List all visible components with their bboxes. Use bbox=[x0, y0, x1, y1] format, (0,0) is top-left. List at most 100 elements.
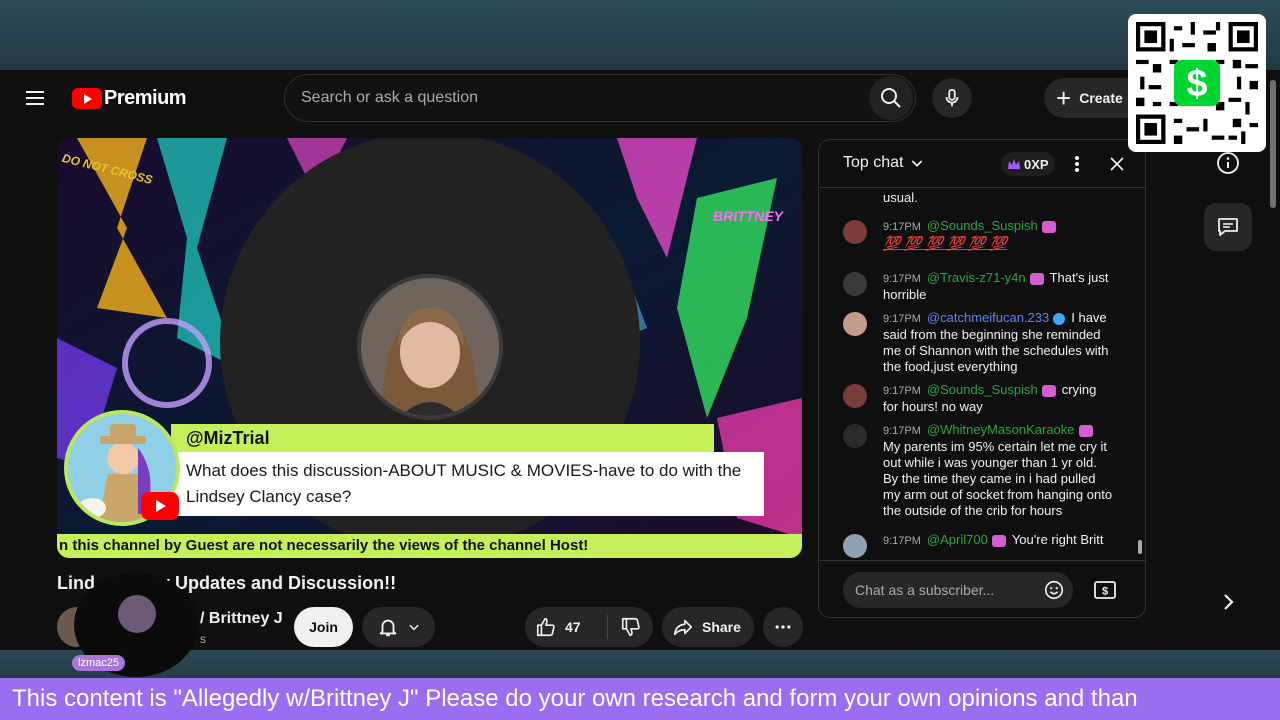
question-text: What does this discussion-ABOUT MUSIC & … bbox=[171, 452, 764, 516]
emoji-icon bbox=[1044, 580, 1064, 600]
youtube-badge-icon bbox=[141, 492, 179, 520]
close-chat-button[interactable] bbox=[1105, 152, 1129, 176]
super-chat-icon: $ bbox=[1094, 581, 1116, 599]
chat-avatar[interactable] bbox=[843, 384, 867, 408]
viewer-avatar bbox=[118, 595, 156, 633]
mic-icon bbox=[945, 88, 959, 107]
member-badge-icon bbox=[1041, 220, 1056, 233]
chat-author[interactable]: @catchmeifucan.233 bbox=[927, 310, 1049, 325]
share-button[interactable]: Share bbox=[662, 607, 754, 647]
chat-author[interactable]: @Sounds_Suspish bbox=[927, 218, 1038, 233]
like-dislike-group: 47 bbox=[525, 607, 653, 647]
chat-time: 9:17PM bbox=[883, 385, 921, 397]
chevron-right-icon bbox=[1224, 594, 1234, 610]
chat-avatar[interactable] bbox=[843, 220, 867, 244]
close-icon bbox=[1110, 157, 1124, 171]
svg-text:$: $ bbox=[1102, 586, 1108, 598]
info-button[interactable] bbox=[1216, 151, 1240, 175]
emoji-button[interactable] bbox=[1043, 579, 1065, 601]
chat-options-button[interactable] bbox=[1067, 152, 1087, 176]
chat-message: 9:17PM @catchmeifucan.233 I have said from… bbox=[843, 310, 1113, 375]
live-chat-panel: Top chat 0XP usual. 9:17PM@Sounds_Suspi bbox=[818, 139, 1146, 618]
masthead: Premium + Create bbox=[0, 70, 1280, 126]
super-chat-button[interactable]: $ bbox=[1091, 576, 1119, 604]
chat-message: 9:17PM @WhitneyMasonKaraoke My parents im … bbox=[843, 422, 1113, 519]
viewer-name: lzmac25 bbox=[72, 655, 125, 671]
chat-scrollbar-thumb[interactable] bbox=[1138, 540, 1142, 554]
chat-message: 9:17PM @Sounds_Suspish 💯 💯 💯 💯 💯 💯 bbox=[843, 218, 1113, 252]
comments-button[interactable] bbox=[1204, 203, 1252, 251]
chat-message-text: usual. bbox=[883, 190, 918, 205]
chat-author[interactable]: @Travis-z71-y4n bbox=[927, 270, 1026, 285]
chat-author[interactable]: @WhitneyMasonKaraoke bbox=[927, 422, 1075, 437]
chat-time: 9:17PM bbox=[883, 221, 921, 233]
like-button[interactable]: 47 bbox=[525, 607, 607, 647]
info-icon bbox=[1217, 152, 1239, 174]
plus-icon: + bbox=[1056, 83, 1072, 113]
chat-input-area: $ bbox=[819, 560, 1145, 617]
chat-avatar[interactable] bbox=[843, 424, 867, 448]
subscriber-count: s bbox=[200, 632, 206, 646]
like-icon bbox=[536, 617, 555, 637]
crown-icon bbox=[1008, 159, 1020, 169]
chevron-down-icon bbox=[408, 624, 419, 631]
chat-scrollbar[interactable] bbox=[1137, 194, 1143, 556]
xp-label: 0XP bbox=[1024, 156, 1049, 172]
chat-message-text: You're right Britt bbox=[1011, 532, 1104, 547]
video-ticker: n this channel by Guest are not necessar… bbox=[57, 534, 802, 558]
logo-text: Premium bbox=[104, 86, 187, 109]
chat-message: 9:17PM @Travis-z71-y4n That's just horribl… bbox=[843, 270, 1113, 303]
youtube-play-icon bbox=[72, 87, 102, 109]
chat-avatar[interactable] bbox=[843, 312, 867, 336]
chat-time: 9:17PM bbox=[883, 273, 921, 285]
more-icon bbox=[775, 625, 791, 629]
page-scrollbar-thumb[interactable] bbox=[1270, 80, 1276, 208]
search-input[interactable] bbox=[285, 75, 869, 121]
youtube-watch-page: Premium + Create bbox=[0, 70, 1280, 650]
notification-bell-button[interactable] bbox=[362, 607, 435, 647]
xp-badge[interactable]: 0XP bbox=[1001, 152, 1055, 176]
comments-icon bbox=[1218, 218, 1238, 236]
video-title-end: cy Updates and Discussion!! bbox=[150, 573, 397, 593]
viewer-badge: lzmac25 bbox=[72, 573, 198, 677]
question-author: @MizTrial bbox=[171, 424, 714, 452]
top-chat-label: Top chat bbox=[843, 154, 904, 171]
share-label: Share bbox=[702, 619, 741, 635]
more-actions-button[interactable] bbox=[763, 607, 803, 647]
scrolling-disclaimer: This content is "Allegedly w/Brittney J"… bbox=[0, 678, 1280, 720]
overlay-brand-text: BRITTNEY bbox=[713, 208, 783, 224]
next-button[interactable] bbox=[1216, 590, 1240, 614]
like-count: 47 bbox=[565, 619, 581, 635]
youtube-logo[interactable]: Premium bbox=[72, 86, 187, 110]
bottom-background-band bbox=[0, 650, 1280, 678]
voice-search-button[interactable] bbox=[932, 78, 972, 118]
share-icon bbox=[673, 619, 693, 636]
chat-time: 9:17PM bbox=[883, 313, 921, 325]
search-bar bbox=[284, 74, 916, 122]
chat-author[interactable]: @Sounds_Suspish bbox=[927, 382, 1038, 397]
video-player[interactable]: DO NOT CROSS BRITTNEY @MizTrial What doe… bbox=[57, 138, 802, 558]
member-badge-icon bbox=[1041, 384, 1056, 397]
chat-avatar[interactable] bbox=[843, 534, 867, 558]
qr-code-overlay: $ bbox=[1128, 14, 1266, 152]
qr-code-icon: $ bbox=[1136, 22, 1258, 144]
dislike-button[interactable] bbox=[608, 607, 653, 647]
chat-avatar[interactable] bbox=[843, 272, 867, 296]
page-scrollbar[interactable] bbox=[1268, 70, 1280, 650]
top-background-band bbox=[0, 0, 1280, 70]
chat-message: 9:17PM @April700 You're right Britt bbox=[843, 532, 1113, 558]
chat-input[interactable] bbox=[843, 572, 1073, 608]
menu-icon[interactable] bbox=[18, 84, 54, 112]
search-button[interactable] bbox=[869, 76, 913, 120]
channel-name[interactable]: / Brittney J bbox=[200, 610, 283, 628]
chat-author[interactable]: @April700 bbox=[927, 532, 988, 547]
verified-badge-icon bbox=[1053, 312, 1066, 325]
hundred-emoji-icon: 💯 💯 💯 💯 💯 💯 bbox=[883, 235, 1008, 251]
top-chat-dropdown[interactable]: Top chat bbox=[843, 154, 925, 172]
chevron-down-icon bbox=[912, 160, 923, 167]
chat-time: 9:17PM bbox=[883, 535, 921, 547]
chat-message-text: My parents im 95% certain let me cry it … bbox=[883, 439, 1113, 518]
svg-text:$: $ bbox=[1186, 63, 1207, 105]
join-button[interactable]: Join bbox=[294, 607, 353, 647]
member-badge-icon bbox=[1029, 272, 1044, 285]
